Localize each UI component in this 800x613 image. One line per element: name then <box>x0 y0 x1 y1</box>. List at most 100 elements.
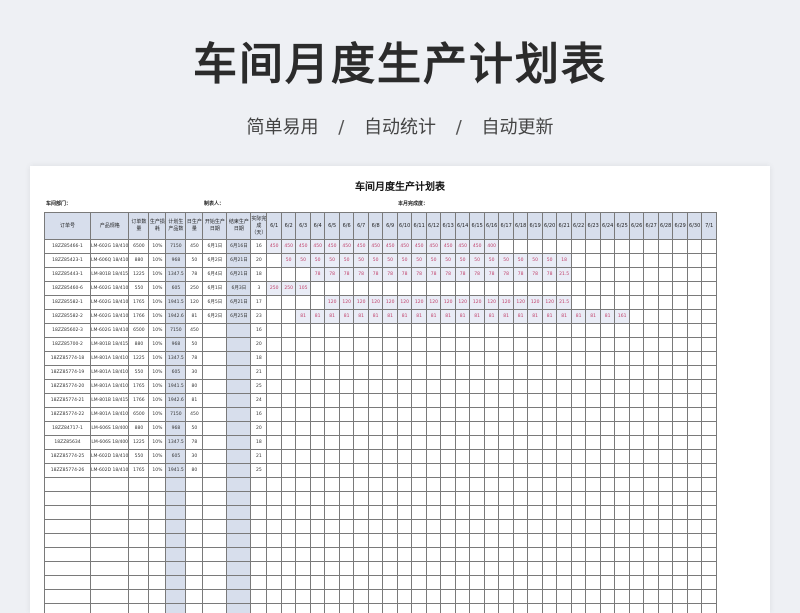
cell-daily-qty[interactable] <box>396 351 413 366</box>
cell-end[interactable] <box>226 379 252 394</box>
empty-cell[interactable] <box>483 477 500 492</box>
empty-cell[interactable] <box>382 547 398 562</box>
empty-cell[interactable] <box>701 505 717 520</box>
cell-daily-qty[interactable] <box>425 323 442 338</box>
empty-cell[interactable] <box>148 533 167 548</box>
cell-spec[interactable]: LM-801B 18/415 <box>89 393 130 408</box>
empty-cell[interactable] <box>44 603 91 613</box>
cell-start[interactable]: 6月1日 <box>202 281 228 296</box>
cell-days[interactable]: 21 <box>250 365 268 380</box>
cell-daily-qty[interactable] <box>498 463 514 478</box>
empty-cell[interactable] <box>512 603 529 613</box>
empty-cell[interactable] <box>454 603 471 613</box>
cell-daily-qty[interactable] <box>686 295 703 310</box>
cell-daily-qty[interactable]: 81 <box>512 309 529 324</box>
cell-daily-qty[interactable]: 120 <box>382 295 398 310</box>
empty-cell[interactable] <box>411 547 427 562</box>
cell-daily-qty[interactable] <box>411 365 427 380</box>
empty-cell[interactable] <box>541 505 558 520</box>
cell-daily-qty[interactable] <box>628 365 645 380</box>
empty-cell[interactable] <box>440 505 456 520</box>
cell-daily-qty[interactable] <box>585 253 601 268</box>
cell-daily-qty[interactable] <box>382 323 398 338</box>
cell-daily-qty[interactable] <box>585 449 601 464</box>
cell-daily-qty[interactable] <box>367 463 384 478</box>
cell-loss[interactable]: 10% <box>148 309 167 324</box>
empty-cell[interactable] <box>44 477 91 492</box>
cell-daily-qty[interactable] <box>643 267 659 282</box>
empty-cell[interactable] <box>280 561 297 576</box>
empty-cell[interactable] <box>250 547 268 562</box>
empty-cell[interactable] <box>367 561 384 576</box>
empty-cell[interactable] <box>338 575 355 590</box>
cell-daily-qty[interactable]: 81 <box>454 309 471 324</box>
empty-cell[interactable] <box>396 519 413 534</box>
cell-daily-qty[interactable] <box>483 449 500 464</box>
cell-daily-qty[interactable] <box>585 379 601 394</box>
cell-daily-qty[interactable] <box>338 393 355 408</box>
empty-cell[interactable] <box>185 547 204 562</box>
empty-cell[interactable] <box>527 533 543 548</box>
cell-daily-qty[interactable] <box>309 295 326 310</box>
empty-cell[interactable] <box>89 603 130 613</box>
cell-daily-qty[interactable] <box>512 239 529 254</box>
cell-daily-qty[interactable] <box>556 463 572 478</box>
cell-end[interactable]: 6月21日 <box>226 253 252 268</box>
cell-qty[interactable]: 1766 <box>128 309 150 324</box>
cell-daily-qty[interactable] <box>614 379 630 394</box>
cell-daily-qty[interactable] <box>469 421 485 436</box>
empty-cell[interactable] <box>128 547 150 562</box>
cell-daily-qty[interactable] <box>309 323 326 338</box>
cell-daily-qty[interactable] <box>570 407 587 422</box>
cell-daily-qty[interactable]: 50 <box>367 253 384 268</box>
cell-daily-qty[interactable] <box>701 253 717 268</box>
cell-plan[interactable]: 605 <box>165 281 187 296</box>
cell-daily-qty[interactable] <box>469 365 485 380</box>
cell-daily-qty[interactable] <box>628 267 645 282</box>
cell-daily-qty[interactable]: 78 <box>469 267 485 282</box>
empty-cell[interactable] <box>411 491 427 506</box>
cell-daily-qty[interactable] <box>440 323 456 338</box>
cell-daily-qty[interactable] <box>657 407 674 422</box>
cell-daily[interactable]: 80 <box>185 463 204 478</box>
cell-daily-qty[interactable]: 450 <box>396 239 413 254</box>
cell-end[interactable] <box>226 393 252 408</box>
cell-daily-qty[interactable] <box>657 309 674 324</box>
empty-cell[interactable] <box>44 561 91 576</box>
cell-daily-qty[interactable] <box>657 463 674 478</box>
cell-daily-qty[interactable]: 78 <box>411 267 427 282</box>
cell-days[interactable]: 17 <box>250 295 268 310</box>
empty-cell[interactable] <box>657 561 674 576</box>
empty-cell[interactable] <box>469 603 485 613</box>
cell-daily-qty[interactable]: 50 <box>541 253 558 268</box>
cell-daily-qty[interactable] <box>454 421 471 436</box>
cell-daily-qty[interactable]: 50 <box>483 253 500 268</box>
empty-cell[interactable] <box>165 505 187 520</box>
empty-cell[interactable] <box>396 561 413 576</box>
cell-daily-qty[interactable] <box>672 421 688 436</box>
cell-daily-qty[interactable]: 50 <box>469 253 485 268</box>
cell-daily-qty[interactable] <box>512 463 529 478</box>
cell-daily-qty[interactable] <box>570 421 587 436</box>
empty-cell[interactable] <box>411 603 427 613</box>
empty-cell[interactable] <box>353 547 369 562</box>
cell-daily-qty[interactable] <box>324 281 340 296</box>
empty-cell[interactable] <box>498 575 514 590</box>
cell-spec[interactable]: LM-801A 18/410 <box>89 379 130 394</box>
empty-cell[interactable] <box>628 603 645 613</box>
empty-cell[interactable] <box>165 575 187 590</box>
empty-cell[interactable] <box>599 589 616 604</box>
empty-cell[interactable] <box>226 561 252 576</box>
cell-daily-qty[interactable] <box>396 393 413 408</box>
empty-cell[interactable] <box>338 519 355 534</box>
empty-cell[interactable] <box>643 603 659 613</box>
empty-cell[interactable] <box>280 491 297 506</box>
cell-daily[interactable]: 50 <box>185 421 204 436</box>
empty-cell[interactable] <box>657 505 674 520</box>
cell-daily-qty[interactable] <box>309 351 326 366</box>
empty-cell[interactable] <box>128 491 150 506</box>
cell-daily-qty[interactable] <box>686 351 703 366</box>
cell-daily-qty[interactable] <box>440 421 456 436</box>
cell-daily-qty[interactable]: 50 <box>338 253 355 268</box>
empty-cell[interactable] <box>628 505 645 520</box>
